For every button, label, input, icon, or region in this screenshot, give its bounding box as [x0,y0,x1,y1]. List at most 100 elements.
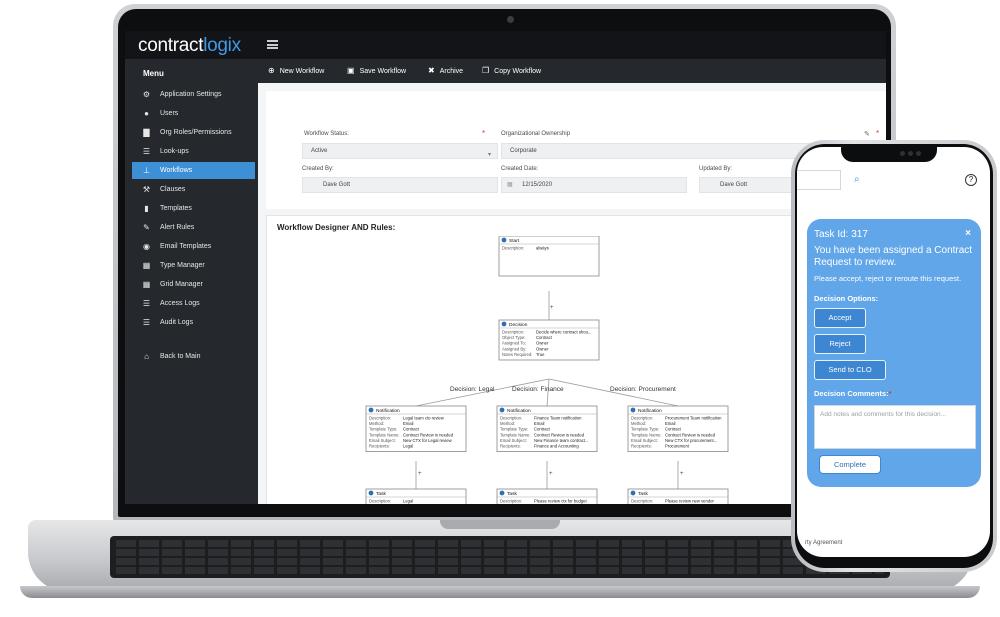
node-field-value: Contract [665,427,682,432]
node-field-label: Recipients: [500,444,521,449]
sidebar-item-grid-manager[interactable]: ▦ Grid Manager [132,276,255,293]
archive-button[interactable]: ✖ Archive [428,59,463,83]
sidebar-item-users[interactable]: ● Users [132,105,255,122]
created-date-label: Created Date: [501,166,539,172]
node-field-value: Email [534,421,545,426]
decision-options-label: Decision Options: [814,294,879,303]
node-field-value: Please review ctx for budget [534,499,587,504]
laptop-notch [440,520,560,529]
node-field-value: Legal [403,499,413,504]
sidebar-item-application-settings[interactable]: ⚙ Application Settings [132,86,255,103]
required-marker: * [888,389,892,398]
camera-icon [507,16,514,23]
node-field-value: Owner [536,341,549,346]
search-icon[interactable]: ⌕ [854,174,860,185]
node-field-label: Email Subject: [631,438,658,443]
save-workflow-button[interactable]: ▣ Save Workflow [347,59,406,83]
node-field-value: Contract Review is needed [403,432,454,437]
phone-camera [908,151,913,156]
phone-notch [841,147,937,162]
branch-label-legal: Decision: Legal [450,386,495,393]
complete-button[interactable]: Complete [819,455,881,474]
sidebar-item-alert-rules[interactable]: ✎ Alert Rules [132,219,255,236]
node-field-label: Method: [631,421,646,426]
designer-title: Workflow Designer AND Rules: [277,223,396,232]
node-field-label: Template Name: [500,432,531,437]
start-node[interactable]: Start Description: alwàys [498,236,600,277]
task-node[interactable]: TaskDescription:LegalAssigned To:Dave Go… [365,488,467,504]
node-field-label: Template Type: [631,427,659,432]
node-field-value: Procurement Team notification [665,416,722,421]
sidebar-item-type-manager[interactable]: ▦ Type Manager [132,257,255,274]
node-field-label: Description: [631,416,653,421]
node-field-label: Template Type: [369,427,397,432]
sitemap-icon: ⊥ [143,166,150,175]
sidebar-item-email-templates[interactable]: ◉ Email Templates [132,238,255,255]
node-icon [501,237,507,243]
gears-icon: ⚙ [142,90,151,99]
sidebar-item-workflows[interactable]: ⊥ Workflows [132,162,255,179]
node-title: Task [376,491,386,497]
help-icon[interactable]: ? [965,174,977,186]
keyboard [110,536,890,578]
task-subtext: Please accept, reject or reroute this re… [814,274,962,283]
phone-screen: ⌕ ? rty Agreement </> Task Id: 317 × You… [797,147,990,557]
sidebar: Menu ⚙ Application Settings ● Users ▇ Org R… [125,59,258,504]
home-icon: ⌂ [144,352,149,361]
notification-node[interactable]: Notification Description: Procurement Team… [627,405,729,452]
task-message: You have been assigned a Contract Reques… [814,245,973,268]
node-field-label: Description: [502,330,524,335]
sidebar-item-clauses[interactable]: ⚒ Clauses [132,181,255,198]
laptop-screen: contractlogix Menu ⚙ Application Settings… [125,31,886,504]
node-field-label: Description: [369,416,391,421]
notification-node[interactable]: Notification Description: Finance Team not… [496,405,598,452]
new-workflow-button[interactable]: ⊕ New Workflow [268,59,324,83]
node-title: Notification [638,408,662,414]
task-node[interactable]: Task Description: Please review new vendor… [627,488,729,504]
decision-node[interactable]: Decision Description: Decide where contrac… [498,319,600,361]
edit-icon[interactable]: ✎ [864,130,870,138]
node-field-label: Description: [500,499,522,504]
node-title: Notification [376,408,400,414]
copy-icon: ❐ [482,66,490,75]
node-field-label: Description: [369,499,391,504]
close-icon[interactable]: × [965,228,971,239]
sidebar-item-back-to-main[interactable]: ⌂ Back to Main [132,348,255,365]
node-field-value: Contract [534,427,551,432]
task-node[interactable]: Task Description: Please review ctx for bu… [496,488,598,504]
laptop-base-edge [20,586,980,598]
toolbar: ⊕ New Workflow ▣ Save Workflow ✖ Archive ❐ C… [258,59,886,83]
sidebar-item-access-logs[interactable]: ☰ Access Logs [132,295,255,312]
accept-button[interactable]: Accept [814,308,866,328]
node-field-label: Template Type: [500,427,528,432]
sidebar-item-org-roles[interactable]: ▇ Org Roles/Permissions [132,124,255,141]
user-icon: ● [144,109,149,118]
hamburger-menu-icon[interactable] [267,40,278,49]
node-icon [499,490,505,496]
app-header: contractlogix [125,31,886,59]
node-field-value: Contract Review is needed [665,432,716,437]
decision-comments-label: Decision Comments:* [814,389,892,398]
sidebar-item-templates[interactable]: ▮ Templates [132,200,255,217]
list-icon: ☰ [142,318,151,327]
node-field-value: Owner [536,346,549,351]
created-date-field: ▦ 12/15/2020 [501,177,687,193]
send-to-clo-button[interactable]: Send to CLO [814,360,886,380]
reject-button[interactable]: Reject [814,334,866,354]
sidebar-item-look-ups[interactable]: ☰ Look-ups [132,143,255,160]
copy-workflow-button[interactable]: ❐ Copy Workflow [482,59,541,83]
node-icon [630,407,636,413]
node-field-label: Description: [502,246,524,251]
globe-icon: ◉ [143,242,150,251]
wrench-icon: ✎ [143,223,150,232]
status-select[interactable]: Active ▾ [302,143,498,159]
decision-comments-textarea[interactable]: Add notes and comments for this decision… [814,405,976,449]
node-field-value: New CTX for Legal review [403,438,453,443]
gavel-icon: ⚒ [142,185,151,194]
sidebar-item-audit-logs[interactable]: ☰ Audit Logs [132,314,255,331]
search-input[interactable] [797,170,841,190]
notification-node[interactable]: Notification Description: Legal team cto r… [365,405,467,452]
branch-label-finance: Decision: Finance [512,386,564,393]
node-field-value: Procurement [665,444,690,449]
list-icon: ☰ [142,299,151,308]
